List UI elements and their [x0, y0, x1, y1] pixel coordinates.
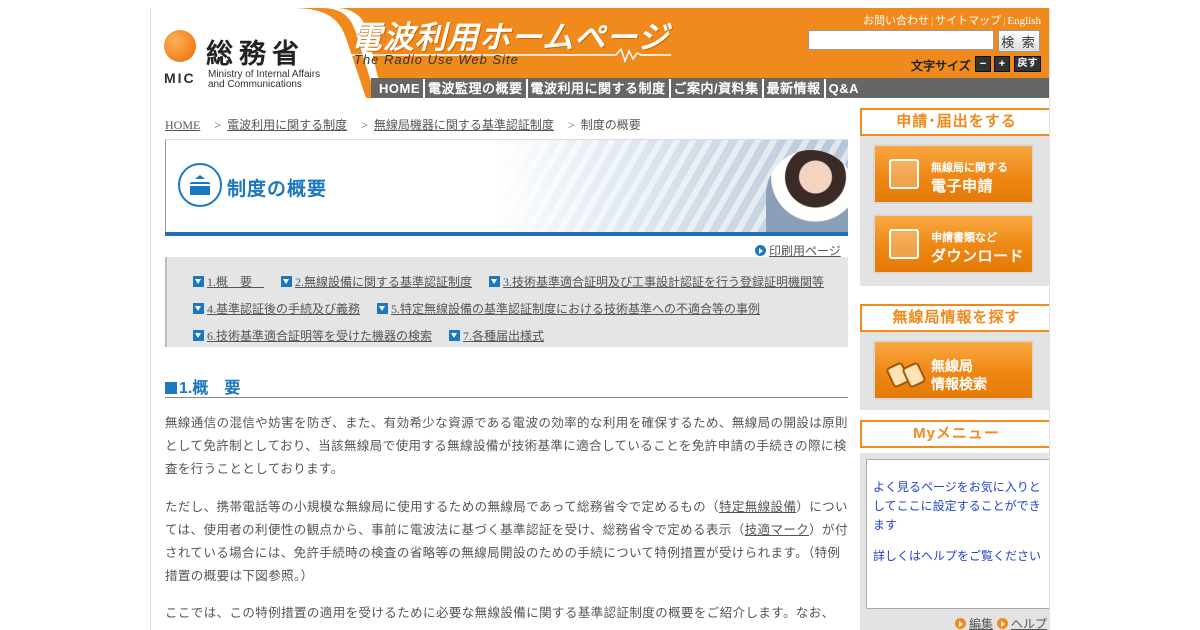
- site-subtitle: The Radio Use Web Site: [354, 52, 519, 67]
- breadcrumb-current: 制度の概要: [580, 118, 641, 132]
- toc-item-7[interactable]: 7.各種届出様式: [463, 329, 544, 343]
- down-arrow-icon: [449, 330, 461, 341]
- sitemap-link[interactable]: サイトマップ: [935, 15, 1001, 27]
- sidebar: 申請･届出をする 無線局に関する 電子申請 申請書類など ダウンロード 無線局情…: [860, 108, 1049, 630]
- logo-english-line2: and Communications: [208, 79, 302, 90]
- paragraph: ただし、携帯電話等の小規模な無線局に使用するための無線局であって総務省令で定める…: [165, 495, 848, 587]
- button-label-large: ダウンロード: [931, 248, 1025, 265]
- my-menu-edit-link[interactable]: 編集: [969, 617, 993, 630]
- logo-japanese[interactable]: 総務省: [206, 32, 305, 71]
- giteki-mark-link[interactable]: 技適マーク: [745, 522, 810, 537]
- search-section-heading: 無線局情報を探す: [860, 304, 1049, 332]
- arrow-circle-icon: [755, 245, 766, 256]
- my-menu-help-link[interactable]: ヘルプ: [1011, 617, 1047, 630]
- font-size-label: 文字サイズ: [911, 59, 971, 73]
- computer-download-icon: [889, 229, 919, 259]
- page-banner: 制度の概要: [165, 139, 848, 232]
- font-size-increase-button[interactable]: +: [994, 56, 1010, 72]
- search-input[interactable]: [808, 30, 994, 50]
- toc-row: 4.基準認証後の手続及び義務 5.特定無線設備の基準認証制度における技術基準への…: [193, 300, 774, 317]
- font-size-decrease-button[interactable]: −: [975, 56, 991, 72]
- breadcrumb-separator: >: [567, 118, 575, 132]
- my-menu-content: よく見るページをお気に入りとしてここに設定することができます 詳しくはヘルプをご…: [866, 459, 1049, 609]
- specified-radio-equipment-link[interactable]: 特定無線設備: [719, 499, 796, 514]
- nav-guide[interactable]: ご案内/資料集: [668, 79, 762, 98]
- paragraph: 無線通信の混信や妨害を防ぎ、また、有効希少な資源である電波の効率的な利用を確保す…: [165, 415, 848, 476]
- logo-abbr: MIC: [164, 70, 196, 86]
- paragraph-text: ただし、携帯電話等の小規模な無線局に使用するための無線局であって総務省令で定める…: [165, 499, 719, 514]
- down-arrow-icon: [193, 330, 204, 341]
- contact-link[interactable]: お問い合わせ: [863, 15, 929, 27]
- my-menu-box: よく見るページをお気に入りとしてここに設定することができます 詳しくはヘルプをご…: [860, 453, 1049, 630]
- page: MIC 総務省 Ministry of Internal Affairs and…: [150, 8, 1050, 630]
- paragraph: ここでは、この特例措置の適用を受けるために必要な無線設備に関する基準認証制度の概…: [165, 605, 835, 620]
- diet-building-icon: [178, 163, 222, 207]
- toc-item-1[interactable]: 1.概 要: [207, 275, 264, 289]
- down-arrow-icon: [489, 276, 501, 287]
- mic-logo-icon[interactable]: [164, 30, 196, 62]
- toc-row: 6.技術基準適合証明等を受けた機器の検索 7.各種届出様式: [193, 327, 558, 344]
- breadcrumb-separator: >: [361, 118, 368, 132]
- down-arrow-icon: [281, 276, 293, 287]
- arrow-circle-icon: [997, 618, 1009, 629]
- down-arrow-icon: [193, 276, 204, 287]
- down-arrow-icon: [377, 303, 389, 314]
- toc-item-5[interactable]: 5.特定無線設備の基準認証制度における技術基準への不適合等の事例: [391, 302, 760, 316]
- button-label-small: 無線局に関する: [931, 162, 1008, 174]
- toc-row: 1.概 要 2.無線設備に関する基準認証制度 3.技術基準適合証明及び工事設計認…: [193, 273, 838, 290]
- station-info-search-button[interactable]: 無線局 情報検索: [873, 340, 1034, 400]
- nav-news[interactable]: 最新情報: [761, 79, 824, 98]
- button-label: 情報検索: [931, 376, 987, 392]
- font-size-reset-button[interactable]: 戻す: [1014, 56, 1041, 72]
- nav-qa[interactable]: Q&A: [823, 79, 862, 98]
- down-arrow-icon: [193, 303, 204, 314]
- section-heading-text: 1.概 要: [179, 380, 241, 397]
- operator-photo: [766, 150, 848, 232]
- arrow-circle-icon: [955, 618, 966, 629]
- table-of-contents: 1.概 要 2.無線設備に関する基準認証制度 3.技術基準適合証明及び工事設計認…: [165, 257, 848, 347]
- nav-system[interactable]: 電波利用に関する制度: [525, 79, 669, 98]
- button-label-large: 電子申請: [931, 178, 994, 195]
- breadcrumb-level1[interactable]: 電波利用に関する制度: [227, 118, 347, 132]
- button-label: 無線局: [931, 358, 973, 374]
- main-nav: HOME 電波監理の概要 電波利用に関する制度 ご案内/資料集 最新情報 Q&A: [376, 79, 862, 98]
- toc-item-4[interactable]: 4.基準認証後の手続及び義務: [207, 302, 360, 316]
- toc-item-2[interactable]: 2.無線設備に関する基準認証制度: [295, 275, 472, 289]
- breadcrumb-level2[interactable]: 無線局機器に関する基準認証制度: [374, 118, 554, 132]
- apply-section-box: 無線局に関する 電子申請 申請書類など ダウンロード: [860, 136, 1049, 286]
- utility-links: お問い合わせ | サイトマップ | English: [862, 15, 1041, 27]
- breadcrumb-home[interactable]: HOME: [165, 118, 200, 132]
- english-link[interactable]: English: [1007, 15, 1041, 27]
- binoculars-icon: [885, 360, 925, 384]
- apply-section-heading: 申請･届出をする: [860, 108, 1049, 136]
- document-stack-icon: [889, 159, 919, 189]
- banner-underline: [165, 232, 848, 236]
- print-page-link[interactable]: 印刷用ページ: [769, 244, 841, 258]
- download-forms-button[interactable]: 申請書類など ダウンロード: [873, 214, 1034, 274]
- e-application-button[interactable]: 無線局に関する 電子申請: [873, 144, 1034, 204]
- button-label-small: 申請書類など: [931, 232, 997, 244]
- toc-item-6[interactable]: 6.技術基準適合証明等を受けた機器の検索: [207, 329, 432, 343]
- toc-item-3[interactable]: 3.技術基準適合証明及び工事設計認証を行う登録証明機関等: [503, 275, 824, 289]
- section-heading: 1.概 要: [165, 374, 848, 398]
- nav-overview[interactable]: 電波監理の概要: [423, 79, 526, 98]
- breadcrumb: HOME > 電波利用に関する制度 > 無線局機器に関する基準認証制度 > 制度の概要: [165, 116, 641, 133]
- search-section-box: 無線局 情報検索: [860, 332, 1049, 410]
- my-menu-footer: 編集 ヘルプ: [955, 615, 1049, 630]
- nav-home[interactable]: HOME: [376, 79, 423, 98]
- page-title: 制度の概要: [227, 179, 328, 200]
- site-header: MIC 総務省 Ministry of Internal Affairs and…: [151, 8, 1049, 98]
- square-bullet-icon: [165, 382, 177, 394]
- my-menu-help-note: 詳しくはヘルプをご覧ください: [873, 549, 1042, 563]
- my-menu-heading: Myメニュー: [860, 420, 1049, 448]
- search-button[interactable]: 検 索: [998, 30, 1040, 52]
- breadcrumb-separator: >: [214, 118, 222, 132]
- my-menu-description: よく見るページをお気に入りとしてここに設定することができます: [873, 480, 1041, 532]
